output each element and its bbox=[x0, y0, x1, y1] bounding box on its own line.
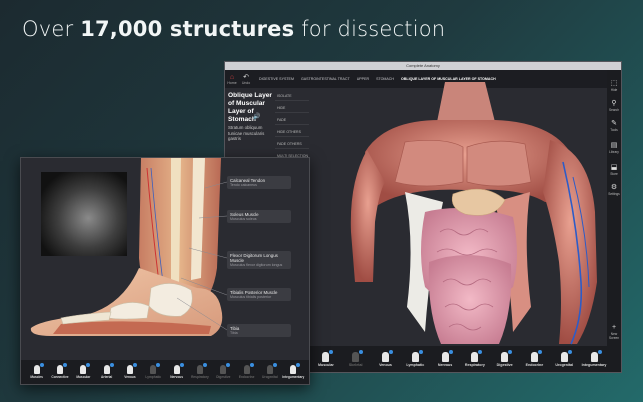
store-tool[interactable]: ⬓ Store bbox=[607, 164, 621, 176]
hide-icon: ⬚ bbox=[610, 80, 618, 87]
store-icon: ⬓ bbox=[610, 164, 618, 171]
body-figure-icon bbox=[243, 363, 254, 374]
foot-system-lymphatic[interactable]: Lymphatic bbox=[142, 363, 164, 379]
breadcrumb: DIGESTIVE SYSTEM GASTROINTESTINAL TRACT … bbox=[259, 77, 496, 81]
foot-system-nervous[interactable]: Nervous bbox=[166, 363, 188, 379]
breadcrumb-item[interactable]: UPPER bbox=[357, 77, 369, 81]
search-tool[interactable]: ⚲ Search bbox=[607, 100, 621, 112]
body-figure-icon bbox=[471, 349, 483, 362]
label-tibia[interactable]: Tibia Tibia bbox=[227, 324, 291, 338]
foot-system-endocrine[interactable]: Endocrine bbox=[236, 363, 258, 379]
anatomy-3d-model[interactable] bbox=[345, 82, 605, 352]
breadcrumb-current[interactable]: OBLIQUE LAYER OF MUSCULAR LAYER OF STOMA… bbox=[401, 77, 496, 81]
isolate-action[interactable]: ISOLATE bbox=[275, 91, 309, 101]
structure-latin-name: Stratum obliquum tunicae muscularis gast… bbox=[228, 125, 265, 141]
body-figure-icon bbox=[411, 349, 423, 362]
hide-tool[interactable]: ⬚ Hide bbox=[607, 80, 621, 92]
pencil-icon: ✎ bbox=[611, 120, 617, 127]
foot-system-urogenital[interactable]: Urogenital bbox=[259, 363, 281, 379]
library-tool[interactable]: ▤ Library bbox=[607, 142, 621, 154]
system-digestive[interactable]: Digestive bbox=[492, 349, 518, 367]
body-figure-icon bbox=[322, 349, 334, 362]
plus-icon: + bbox=[611, 324, 617, 331]
right-toolbar: ⬚ Hide ⚲ Search ✎ Tools ▤ Library ⬓ Store ⚙ Se… bbox=[607, 70, 621, 372]
label-tibialis-posterior[interactable]: Tibialis Posterior Muscle Musculus tibial… bbox=[227, 288, 291, 302]
foot-system-digestive[interactable]: Digestive bbox=[212, 363, 234, 379]
system-muscular[interactable]: Muscular bbox=[313, 349, 339, 367]
body-figure-icon bbox=[441, 349, 453, 362]
home-button[interactable]: ⌂ Home bbox=[225, 70, 239, 88]
search-icon: ⚲ bbox=[611, 100, 617, 107]
system-nervous[interactable]: Nervous bbox=[432, 349, 458, 367]
speaker-icon[interactable]: 🔊 bbox=[253, 113, 260, 120]
body-figure-icon bbox=[501, 349, 513, 362]
home-icon: ⌂ bbox=[229, 73, 235, 81]
foot-system-muscles[interactable]: Muscles bbox=[26, 363, 48, 379]
breadcrumb-item[interactable]: GASTROINTESTINAL TRACT bbox=[301, 77, 350, 81]
system-respiratory[interactable]: Respiratory bbox=[462, 349, 488, 367]
body-figure-icon bbox=[150, 363, 161, 374]
body-figure-icon bbox=[220, 363, 231, 374]
label-calcaneal-tendon[interactable]: Calcaneal Tendon Tendo calcaneus bbox=[227, 176, 291, 190]
system-endocrine[interactable]: Endocrine bbox=[521, 349, 547, 367]
foot-system-selector: Muscles Connective Muscular Arterial Ven… bbox=[21, 360, 309, 384]
new-screen-tool[interactable]: + New Screen bbox=[607, 324, 621, 340]
library-icon: ▤ bbox=[610, 142, 618, 149]
system-skeletal[interactable]: Skeletal bbox=[343, 349, 369, 367]
tools-tool[interactable]: ✎ Tools bbox=[607, 120, 621, 132]
label-soleus-muscle[interactable]: Soleus Muscle Musculus soleus bbox=[227, 210, 291, 224]
headline: Over 17,000 structures for dissection bbox=[22, 17, 446, 41]
hide-others-action[interactable]: HIDE OTHERS bbox=[275, 127, 309, 137]
settings-tool[interactable]: ⚙ Settings bbox=[607, 184, 621, 196]
body-figure-icon bbox=[590, 349, 602, 362]
fade-action[interactable]: FADE bbox=[275, 115, 309, 125]
foot-system-muscular[interactable]: Muscular bbox=[72, 363, 94, 379]
foot-dissection-window: Calcaneal Tendon Tendo calcaneus Soleus M… bbox=[20, 157, 310, 385]
breadcrumb-item[interactable]: STOMACH bbox=[376, 77, 394, 81]
body-figure-icon bbox=[266, 363, 277, 374]
foot-system-respiratory[interactable]: Respiratory bbox=[189, 363, 211, 379]
window-title: Complete Anatomy bbox=[225, 62, 621, 70]
body-figure-icon bbox=[56, 363, 67, 374]
system-lymphatic[interactable]: Lymphatic bbox=[402, 349, 428, 367]
foot-system-arterial[interactable]: Arterial bbox=[96, 363, 118, 379]
body-figure-icon bbox=[33, 363, 44, 374]
body-figure-icon bbox=[290, 363, 301, 374]
foot-system-integumentary[interactable]: Integumentary bbox=[282, 363, 304, 379]
foot-system-venous[interactable]: Venous bbox=[119, 363, 141, 379]
system-venous[interactable]: Venous bbox=[372, 349, 398, 367]
body-figure-icon bbox=[381, 349, 393, 362]
body-figure-icon bbox=[126, 363, 137, 374]
body-figure-icon bbox=[80, 363, 91, 374]
label-flexor-digitorum-longus[interactable]: Flexor Digitorum Longus Muscle Musculus f… bbox=[227, 251, 291, 270]
gear-icon: ⚙ bbox=[610, 184, 618, 191]
system-urogenital[interactable]: Urogenital bbox=[551, 349, 577, 367]
body-figure-icon bbox=[352, 349, 364, 362]
body-figure-icon bbox=[103, 363, 114, 374]
undo-icon: ↶ bbox=[243, 73, 249, 81]
mri-image bbox=[41, 172, 127, 256]
body-figure-icon bbox=[196, 363, 207, 374]
structure-actions: ISOLATE HIDE FADE HIDE OTHERS FADE OTHER… bbox=[275, 91, 309, 163]
hide-action[interactable]: HIDE bbox=[275, 103, 309, 113]
fade-others-action[interactable]: FADE OTHERS bbox=[275, 139, 309, 149]
body-figure-icon bbox=[530, 349, 542, 362]
system-integumentary[interactable]: Integumentary bbox=[581, 349, 607, 367]
body-figure-icon bbox=[173, 363, 184, 374]
body-figure-icon bbox=[560, 349, 572, 362]
foot-system-connective[interactable]: Connective bbox=[49, 363, 71, 379]
undo-button[interactable]: ↶ Undo bbox=[239, 70, 253, 88]
breadcrumb-item[interactable]: DIGESTIVE SYSTEM bbox=[259, 77, 294, 81]
